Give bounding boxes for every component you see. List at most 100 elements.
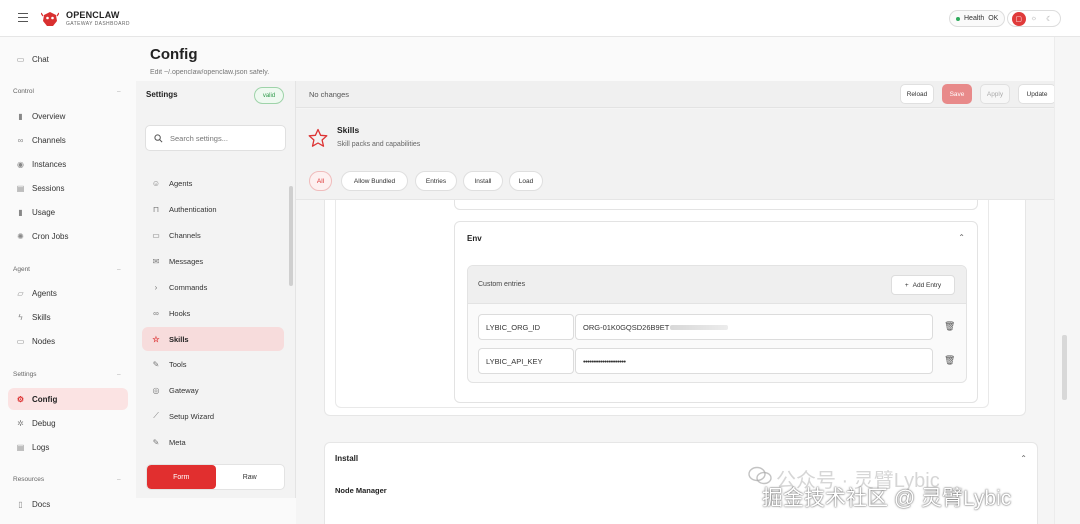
nav-item-channels[interactable]: ∞ Channels [8,129,128,151]
apply-button[interactable]: Apply [980,84,1010,104]
health-dot-icon [956,16,960,21]
env-value-field[interactable]: •••••••••••••••••••• [575,348,933,374]
broadcast-icon: ◉ [17,159,24,169]
brand: OPENCLAW GATEWAY DASHBOARD [66,10,130,27]
nav-item-debug[interactable]: ✲ Debug [8,412,128,434]
nav-item-docs[interactable]: ▯ Docs [8,493,128,515]
mail-icon: ✉ [152,256,160,266]
settings-item-agents[interactable]: ☺ Agents [142,171,284,195]
health-label: Health [964,15,985,22]
nav-item-label: Chat [32,54,49,64]
link-icon: ∞ [153,308,159,318]
update-button[interactable]: Update [1018,84,1054,104]
nav-item-label: Logs [32,442,50,452]
book-icon: ▯ [18,499,23,509]
app-subtitle: GATEWAY DASHBOARD [66,21,130,27]
chip-allow-bundled[interactable]: Allow Bundled [341,171,408,191]
search-input[interactable] [170,133,280,143]
bar-chart-icon: ▮ [18,207,23,217]
mode-toggle: Form Raw [146,464,285,490]
chip-load[interactable]: Load [509,171,543,191]
nav-group-label: Settings [13,371,37,378]
collapse-icon: – [117,88,121,95]
document-icon: ▤ [16,183,25,193]
top-bar: OPENCLAW GATEWAY DASHBOARD Health OK ▢ ☼… [0,0,1080,37]
settings-item-label: Messages [169,256,204,266]
env-value-text: ORG-01K0GQSD26B9ET [583,322,670,332]
pencil-icon: ✎ [152,437,160,447]
nav-group-control[interactable]: Control – [13,88,121,95]
settings-item-label: Meta [169,437,186,447]
delete-entry-icon[interactable]: 🗑 [944,321,955,332]
menu-icon[interactable] [18,13,28,22]
page-scrollbar[interactable] [1062,335,1067,400]
nav-item-sessions[interactable]: ▤ Sessions [8,177,128,199]
nav-item-overview[interactable]: ▮ Overview [8,105,128,127]
nav-item-usage[interactable]: ▮ Usage [8,201,128,223]
settings-title: Settings [146,90,178,99]
settings-item-commands[interactable]: › Commands [142,275,284,299]
filter-chips: All Allow Bundled Entries Install Load [296,166,1054,200]
reload-button[interactable]: Reload [900,84,934,104]
env-key-field[interactable]: LYBIC_API_KEY [478,348,574,374]
system-theme-icon[interactable]: ▢ [1011,11,1026,26]
nav-item-nodes[interactable]: ▭ Nodes [8,330,128,352]
nav-item-label: Overview [32,111,66,121]
star-icon [308,128,328,147]
nav-item-label: Usage [32,207,56,217]
nav-item-logs[interactable]: ▤ Logs [8,436,128,458]
chevron-up-icon[interactable]: ⌃ [958,233,965,242]
left-sidebar: ▭ Chat Control – ▮ Overview ∞ Channels ◉ … [0,37,136,524]
form-mode-button[interactable]: Form [147,465,216,489]
chip-entries[interactable]: Entries [415,171,457,191]
settings-item-label: Gateway [169,385,199,395]
chat-bubble-icon: ▭ [16,54,25,64]
settings-item-tools[interactable]: ✎ Tools [142,352,284,376]
nav-item-skills[interactable]: ϟ Skills [8,306,128,328]
settings-item-meta[interactable]: ✎ Meta [142,430,284,454]
settings-scrollbar[interactable] [289,186,293,286]
settings-search[interactable] [145,125,286,151]
add-entry-button[interactable]: + Add Entry [891,275,955,295]
lightning-icon: ϟ [18,312,23,322]
settings-item-label: Agents [169,178,193,188]
chevron-up-icon[interactable]: ⌃ [1020,454,1027,463]
settings-item-hooks[interactable]: ∞ Hooks [142,301,284,325]
settings-item-skills[interactable]: ☆ Skills [142,327,284,351]
dark-theme-icon[interactable]: ☾ [1042,12,1056,26]
settings-item-setup-wizard[interactable]: ⟋ Setup Wizard [142,404,284,428]
settings-item-gateway[interactable]: ◎ Gateway [142,378,284,402]
nav-group-resources[interactable]: Resources – [13,476,121,483]
chip-all[interactable]: All [309,171,332,191]
nav-item-config[interactable]: ⚙ Config [8,388,128,410]
env-title: Env [467,234,482,243]
settings-item-authentication[interactable]: ⊓ Authentication [142,197,284,221]
settings-item-label: Authentication [169,204,217,214]
chip-install[interactable]: Install [463,171,503,191]
nav-group-settings[interactable]: Settings – [13,371,121,378]
settings-item-messages[interactable]: ✉ Messages [142,249,284,273]
magic-wand-icon: ⟋ [153,411,159,420]
collapse-icon: – [117,476,121,483]
settings-item-channels[interactable]: ▭ Channels [142,223,284,247]
health-status: OK [988,15,999,22]
nav-item-chat[interactable]: ▭ Chat [8,48,128,70]
install-card: Install ⌃ Node Manager [324,442,1038,524]
monitor-icon: ▭ [16,336,25,346]
env-key-field[interactable]: LYBIC_ORG_ID [478,314,574,340]
section-header: Skills Skill packs and capabilities [296,109,1054,166]
collapse-icon: – [117,371,121,378]
theme-switcher: ▢ ☼ ☾ [1007,10,1061,27]
lock-icon: ⊓ [152,204,160,214]
delete-entry-icon[interactable]: 🗑 [944,355,955,366]
nav-item-label: Sessions [32,183,65,193]
env-value-field[interactable]: ORG-01K0GQSD26B9ET [575,314,933,340]
raw-mode-button[interactable]: Raw [216,465,285,489]
nav-item-instances[interactable]: ◉ Instances [8,153,128,175]
redacted-blur [670,324,729,330]
nav-item-cron-jobs[interactable]: ✺ Cron Jobs [8,225,128,247]
light-theme-icon[interactable]: ☼ [1027,12,1041,26]
nav-item-agents[interactable]: ▱ Agents [8,282,128,304]
save-button[interactable]: Save [942,84,972,104]
nav-group-agent[interactable]: Agent – [13,266,121,273]
